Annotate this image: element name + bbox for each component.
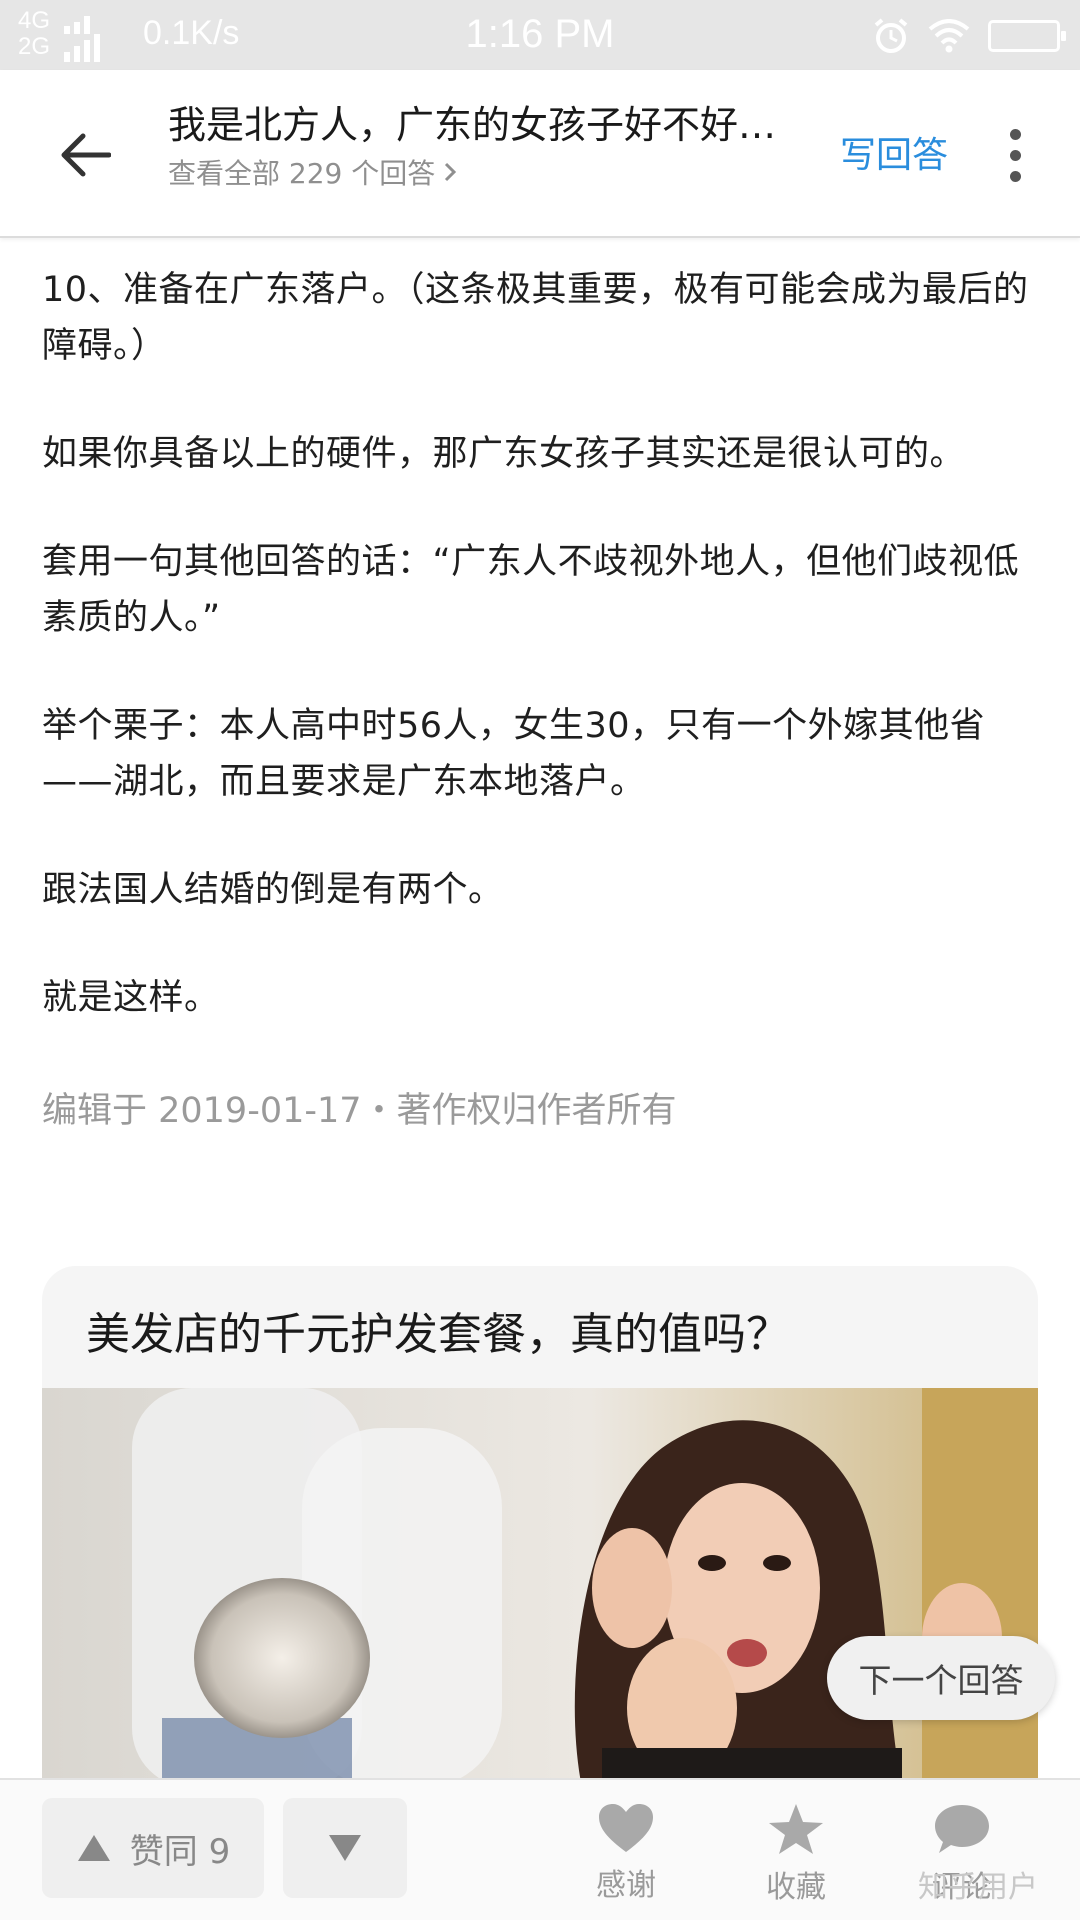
- answer-paragraph: 跟法国人结婚的倒是有两个。: [42, 870, 504, 910]
- back-arrow-icon: [61, 133, 111, 177]
- more-dot-icon: [1009, 149, 1021, 161]
- upvote-button[interactable]: 赞同 9: [42, 1798, 264, 1898]
- view-all-answers-label: 查看全部 229 个回答: [168, 157, 436, 190]
- answer-paragraph: 就是这样。: [42, 978, 220, 1018]
- triangle-down-icon: [329, 1835, 361, 1861]
- answer-paragraph: 10、准备在广东落户。（这条极其重要，极有可能会成为最后的障碍。）: [42, 270, 1029, 366]
- answer-body: 10、准备在广东落户。（这条极其重要，极有可能会成为最后的障碍。） 如果你具备以…: [42, 262, 1032, 1078]
- view-all-answers-link[interactable]: 查看全部 229 个回答: [168, 152, 457, 192]
- hair-salon-photo: [42, 1388, 1038, 1786]
- ad-image[interactable]: [42, 1388, 1038, 1786]
- watermark: 知乎用户: [918, 1870, 1038, 1905]
- next-answer-button[interactable]: 下一个回答: [827, 1636, 1055, 1720]
- battery-icon: [988, 20, 1066, 52]
- chevron-right-icon: [445, 162, 457, 182]
- back-button[interactable]: [50, 120, 120, 190]
- downvote-button[interactable]: [283, 1798, 407, 1898]
- answer-paragraph: 举个栗子：本人高中时56人，女生30，只有一个外嫁其他省——湖北，而且要求是广东…: [42, 706, 986, 802]
- favorite-button[interactable]: 收藏: [736, 1802, 856, 1906]
- thanks-label: 感谢: [596, 1868, 656, 1903]
- star-icon: [769, 1804, 823, 1854]
- answer-paragraph: 套用一句其他回答的话：“广东人不歧视外地人，但他们歧视低素质的人。”: [42, 542, 1020, 638]
- alarm-icon: [874, 18, 908, 53]
- edit-meta: 编辑于 2019-01-17・著作权归作者所有: [42, 1091, 677, 1131]
- status-bar: 4G 2G 0.1K/s 1:16 PM: [0, 0, 1080, 70]
- answer-paragraph: 如果你具备以上的硬件，那广东女孩子其实还是很认可的。: [42, 434, 966, 474]
- app-bar: 我是北方人，广东的女孩子好不好… 查看全部 229 个回答 写回答: [0, 70, 1080, 238]
- favorite-label: 收藏: [766, 1870, 826, 1905]
- upvote-label: 赞同 9: [129, 1831, 231, 1872]
- write-answer-button[interactable]: 写回答: [840, 126, 948, 178]
- heart-icon: [599, 1804, 653, 1852]
- more-dot-icon: [1009, 128, 1021, 140]
- wifi-icon: [928, 19, 970, 53]
- thanks-button[interactable]: 感谢: [566, 1802, 686, 1904]
- ad-title: 美发店的千元护发套餐，真的值吗？: [86, 1309, 790, 1360]
- comment-bubble-icon: [935, 1805, 989, 1853]
- more-dot-icon: [1009, 170, 1021, 182]
- more-options-button[interactable]: [995, 120, 1035, 190]
- question-title[interactable]: 我是北方人，广东的女孩子好不好…: [168, 94, 788, 149]
- triangle-up-icon: [77, 1835, 110, 1861]
